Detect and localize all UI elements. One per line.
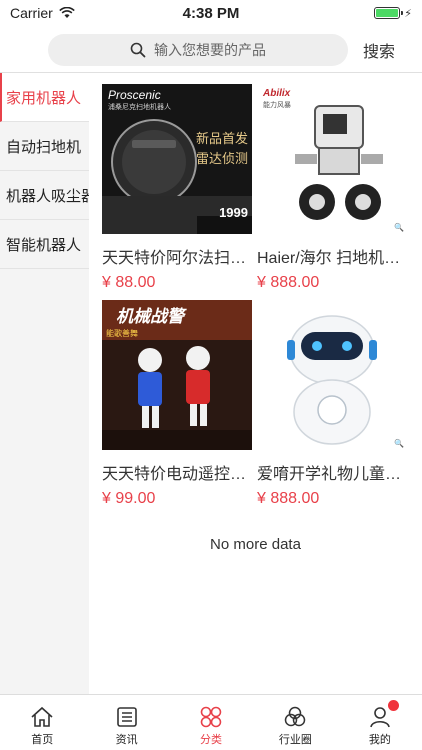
image-brand-text: Abilix [263,88,291,99]
tab-industry-circle-label: 行业圈 [278,734,312,746]
news-icon [116,707,137,727]
image-brand-text: Proscenic [108,88,161,102]
product-image[interactable]: 机械战警 能歌善舞 [102,300,252,450]
image-sub-text: 浦桑尼克扫地机器人 [108,104,171,111]
status-right: ⚡ [272,7,412,20]
product-card[interactable]: 机械战警 能歌善舞 天天特价电动遥控机器人 ¥ 99.00 [102,300,252,508]
sidebar-item-robot-vacuum[interactable]: 机器人吸尘器 [0,171,89,220]
bottom-tabbar: 首页 资讯 分类 行业圈 我的 [0,694,422,750]
product-card[interactable]: 🔍 爱唷开学礼物儿童机器人 ¥ 888.00 [257,300,407,508]
tab-industry-circle[interactable]: 行业圈 [253,695,337,750]
product-price: ¥ 888.00 [257,274,320,291]
image-banner-1: 新品首发 [195,131,248,146]
tab-category[interactable]: 分类 [169,695,253,750]
sidebar-item-smart-robots[interactable]: 智能机器人 [0,220,89,269]
charging-icon: ⚡ [404,7,412,20]
status-bar: Carrier 4:38 PM ⚡ [0,0,422,26]
category-icon [200,706,222,728]
image-banner-text: 机械战警 [116,307,184,326]
tab-home-label: 首页 [31,734,54,746]
product-title[interactable]: 天天特价阿尔法扫地机器人 [102,244,250,268]
search-icon [130,42,146,58]
search-input[interactable]: 输入您想要的产品 [48,34,348,66]
category-sidebar: 家用机器人 自动扫地机 机器人吸尘器 智能机器人 [0,73,89,695]
tab-profile-label: 我的 [368,734,391,746]
image-banner-2: 雷达侦测 [195,151,248,166]
image-sub-text: 能力风暴 [263,102,291,109]
sidebar-item-home-robots[interactable]: 家用机器人 [0,73,89,122]
product-title[interactable]: 天天特价电动遥控机器人 [102,460,250,484]
home-icon [31,706,53,727]
status-time: 4:38 PM [182,4,240,22]
search-row: 输入您想要的产品 搜索 [0,30,422,70]
product-price: ¥ 888.00 [257,490,320,507]
carrier-label: Carrier [10,5,53,21]
tab-news-label: 资讯 [115,734,138,746]
profile-icon [370,707,390,728]
search-placeholder: 输入您想要的产品 [154,42,266,58]
product-price: ¥ 99.00 [102,490,156,507]
product-image[interactable]: Proscenic 浦桑尼克扫地机器人 新品首发 雷达侦测 1999 [102,84,252,234]
product-image[interactable]: Abilix 能力风暴 🔍 [257,84,407,234]
image-price-tag: 1999 [219,205,248,220]
kids-robot-image [257,300,407,450]
zoom-icon: 🔍 [394,223,404,232]
tab-news[interactable]: 资讯 [84,695,168,750]
notification-badge [387,700,399,711]
image-sub-text: 能歌善舞 [106,329,138,338]
search-button[interactable]: 搜索 [363,38,395,62]
tab-home[interactable]: 首页 [0,695,84,750]
battery-icon [374,7,404,19]
tab-category-label: 分类 [200,734,223,746]
sidebar-item-auto-sweeper[interactable]: 自动扫地机 [0,122,89,171]
product-card[interactable]: Abilix 能力风暴 🔍 Haier/海尔 扫地机器人 ¥ 888.00 [257,84,407,292]
product-image[interactable]: 🔍 [257,300,407,450]
product-title[interactable]: 爱唷开学礼物儿童机器人 [257,460,405,484]
product-grid: Proscenic 浦桑尼克扫地机器人 新品首发 雷达侦测 1999 天天特价阿… [102,84,412,508]
status-left: Carrier [10,5,150,21]
product-price: ¥ 88.00 [102,274,156,291]
circles-icon [285,706,306,727]
product-card[interactable]: Proscenic 浦桑尼克扫地机器人 新品首发 雷达侦测 1999 天天特价阿… [102,84,252,292]
tab-profile[interactable]: 我的 [338,695,422,750]
no-more-data-text: No more data [210,536,301,553]
product-title[interactable]: Haier/海尔 扫地机器人 [257,244,405,268]
zoom-icon: 🔍 [394,439,404,448]
wifi-icon [59,7,75,18]
